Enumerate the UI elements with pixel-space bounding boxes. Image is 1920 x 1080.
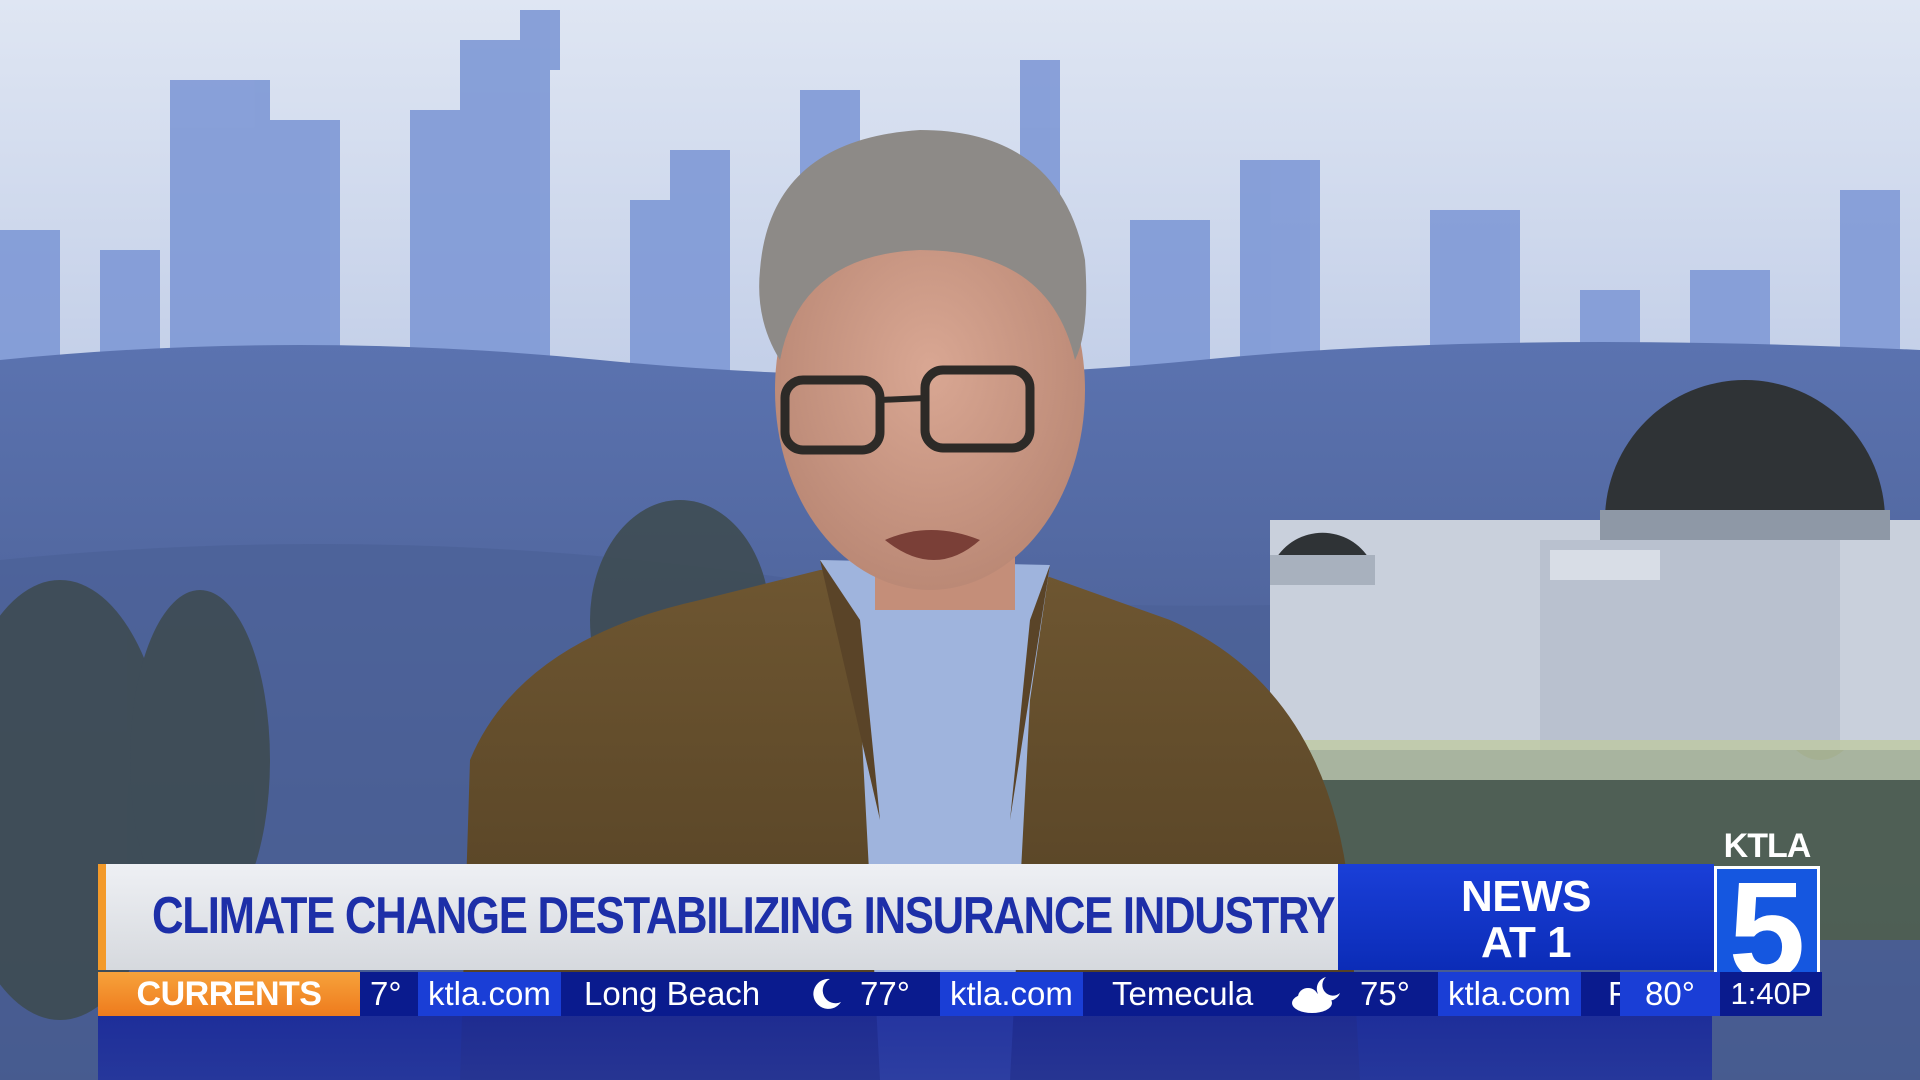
lower-strip [98, 1016, 1712, 1080]
ticker-temp: 77° [860, 975, 910, 1012]
ticker-temp: 7° [370, 975, 402, 1012]
moon-icon [808, 976, 844, 1016]
current-temperature: 80° [1620, 972, 1720, 1016]
show-title-line1: NEWS [1461, 872, 1592, 921]
current-time: 1:40P [1720, 972, 1822, 1016]
ticker-label: CURRENTS [98, 972, 360, 1016]
ticker-items: 7° ktla.com Long Beach 77° ktla.com Teme… [360, 972, 1720, 1016]
ticker-site: ktla.com [1438, 972, 1581, 1016]
news-ticker: CURRENTS 7° ktla.com Long Beach 77° ktla… [98, 972, 1822, 1016]
partly-cloudy-night-icon [1288, 975, 1348, 1016]
show-title-line2: AT 1 [1480, 918, 1572, 967]
ticker-city: Long Beach [584, 975, 761, 1012]
station-logo: KTLA 5 [1712, 827, 1822, 996]
ticker-temp: 75° [1360, 975, 1410, 1012]
ticker-site: ktla.com [418, 972, 561, 1016]
show-title-box: NEWS AT 1 [1338, 864, 1714, 970]
station-logo-word: KTLA [1723, 827, 1812, 865]
ticker-site: ktla.com [940, 972, 1083, 1016]
headline-text: CLIMATE CHANGE DESTABILIZING INSURANCE I… [152, 887, 1336, 945]
ticker-city: Temecula [1112, 975, 1254, 1012]
headline-bar: CLIMATE CHANGE DESTABILIZING INSURANCE I… [98, 864, 1338, 970]
